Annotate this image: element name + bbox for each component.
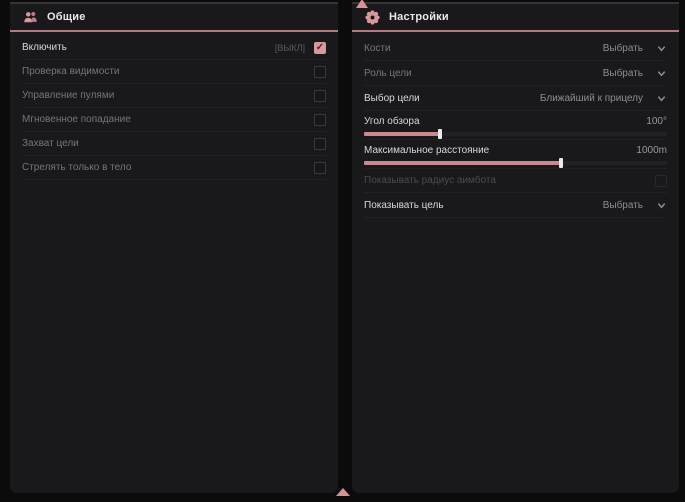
hotkey-label: [ВЫКЛ] [275, 43, 305, 53]
row-controls: Выбрать [603, 43, 667, 54]
general-row-3: Мгновенное попадание [22, 108, 326, 132]
row-controls: Выбрать [603, 68, 667, 79]
slider-value: 1000m [636, 145, 667, 156]
select-value: Выбрать [603, 68, 643, 79]
panel-settings-title: Настройки [389, 11, 449, 23]
chevron-down-icon [656, 200, 667, 211]
general-row-0: Включить [ВЫКЛ] ✓ [22, 36, 326, 60]
scroll-indicator-icon[interactable] [336, 488, 350, 496]
slider-thumb[interactable] [438, 129, 442, 139]
panel-general-title: Общие [47, 11, 86, 23]
select-dropdown[interactable]: Выбрать [603, 200, 667, 211]
select-dropdown[interactable]: Ближайший к прицелу [540, 93, 667, 104]
row-controls: Ближайший к прицелу [540, 93, 667, 104]
row-label: Максимальное расстояние [364, 145, 489, 156]
select-value: Выбрать [603, 200, 643, 211]
users-icon [23, 10, 38, 25]
checkbox[interactable] [314, 162, 326, 174]
row-label: Захват цели [22, 138, 79, 149]
slider-fill [364, 132, 440, 136]
panel-settings: Настройки Кости Выбрать Роль цели Выбрать Вы… [352, 2, 679, 493]
select-dropdown[interactable]: Выбрать [603, 43, 667, 54]
row-label: Стрелять только в тело [22, 162, 131, 173]
general-row-2: Управление пулями [22, 84, 326, 108]
row-controls [314, 114, 326, 126]
checkbox[interactable]: ✓ [314, 42, 326, 54]
row-label: Управление пулями [22, 90, 114, 101]
checkmark-icon: ✓ [316, 43, 324, 53]
row-label: Показывать цель [364, 200, 444, 211]
row-controls [314, 90, 326, 102]
row-controls [314, 138, 326, 150]
chevron-down-icon [656, 68, 667, 79]
row-label: Угол обзора [364, 116, 420, 127]
row-label: Мгновенное попадание [22, 114, 131, 125]
row-label: Выбор цели [364, 93, 420, 104]
slider-value: 100° [646, 116, 667, 127]
row-controls [655, 175, 667, 187]
row-controls [314, 162, 326, 174]
settings-row-2: Выбор цели Ближайший к прицелу [364, 86, 667, 111]
row-label: Кости [364, 43, 391, 54]
panel-general-body: Включить [ВЫКЛ] ✓ Проверка видимости Управле… [10, 32, 338, 180]
settings-row-3: Угол обзора 100° [364, 111, 667, 140]
row-label: Роль цели [364, 68, 412, 79]
settings-row-0: Кости Выбрать [364, 36, 667, 61]
general-row-1: Проверка видимости [22, 60, 326, 84]
slider-track[interactable] [364, 161, 667, 165]
select-value: Выбрать [603, 43, 643, 54]
checkbox[interactable] [314, 66, 326, 78]
row-label: Включить [22, 42, 67, 53]
slider-track[interactable] [364, 132, 667, 136]
row-label: Проверка видимости [22, 66, 120, 77]
row-controls: [ВЫКЛ] ✓ [275, 42, 326, 54]
settings-row-1: Роль цели Выбрать [364, 61, 667, 86]
general-row-5: Стрелять только в тело [22, 156, 326, 180]
checkbox[interactable] [655, 175, 667, 187]
row-label: Показывать радиус аимбота [364, 175, 496, 186]
settings-row-4: Максимальное расстояние 1000m [364, 140, 667, 169]
row-controls: Выбрать [603, 200, 667, 211]
select-dropdown[interactable]: Выбрать [603, 68, 667, 79]
panel-general-header: Общие [10, 4, 338, 32]
select-value: Ближайший к прицелу [540, 93, 643, 104]
settings-row-6: Показывать цель Выбрать [364, 193, 667, 218]
checkbox[interactable] [314, 138, 326, 150]
checkbox[interactable] [314, 114, 326, 126]
chevron-down-icon [656, 43, 667, 54]
slider-fill [364, 161, 561, 165]
checkbox[interactable] [314, 90, 326, 102]
slider-label-row: Максимальное расстояние 1000m [364, 143, 667, 157]
row-controls [314, 66, 326, 78]
panel-settings-header: Настройки [352, 4, 679, 32]
settings-row-5: Показывать радиус аимбота [364, 169, 667, 193]
gear-icon [365, 10, 380, 25]
general-row-4: Захват цели [22, 132, 326, 156]
chevron-down-icon [656, 93, 667, 104]
cursor-arrow-icon [356, 0, 368, 8]
panel-general: Общие Включить [ВЫКЛ] ✓ Проверка видимости У… [10, 2, 338, 493]
slider-label-row: Угол обзора 100° [364, 114, 667, 128]
slider-thumb[interactable] [559, 158, 563, 168]
panel-settings-body: Кости Выбрать Роль цели Выбрать Выбор цели Бл… [352, 32, 679, 218]
